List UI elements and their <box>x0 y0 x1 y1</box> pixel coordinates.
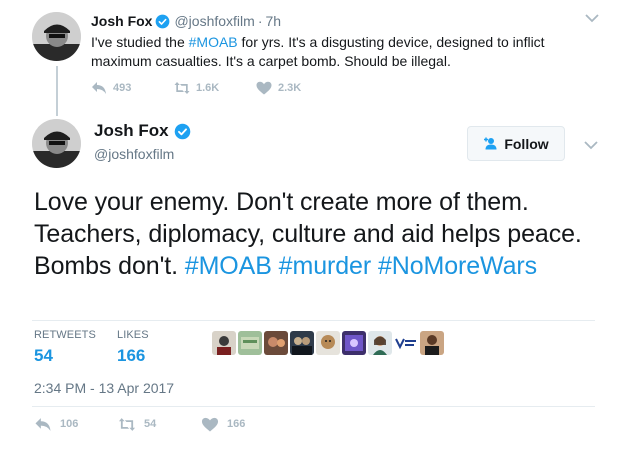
liker-avatar[interactable] <box>420 331 444 355</box>
retweet-icon <box>174 82 190 94</box>
follow-label: Follow <box>504 135 549 152</box>
likes-label: LIKES <box>117 329 149 341</box>
liker-avatar[interactable] <box>264 331 288 355</box>
hashtag-link[interactable]: #NoMoreWars <box>378 252 537 280</box>
follow-button[interactable]: Follow <box>467 126 565 161</box>
retweet-count: 54 <box>144 418 157 430</box>
main-author-handle[interactable]: @joshfoxfilm <box>94 146 174 162</box>
follow-person-plus-icon <box>484 137 497 150</box>
liker-avatar[interactable] <box>342 331 366 355</box>
likes-count: 166 <box>117 346 146 365</box>
tweet-timestamp[interactable]: 2:34 PM - 13 Apr 2017 <box>34 380 174 396</box>
like-count: 166 <box>227 418 246 430</box>
reply-icon <box>35 417 51 431</box>
main-author-name-row: Josh Fox <box>94 121 195 141</box>
main-tweet-actions: 106 54 166 <box>34 416 245 432</box>
main-tweet-text: Love your enemy. Don't create more of th… <box>34 186 614 282</box>
header-separator: · <box>257 13 263 29</box>
reply-count: 106 <box>60 418 79 430</box>
main-avatar[interactable] <box>32 119 81 168</box>
parent-tweet-text: I've studied the #MOAB for yrs. It's a d… <box>91 33 601 71</box>
parent-tweet-header: Josh Fox @joshfoxfilm · 7h <box>91 12 281 30</box>
retweet-icon <box>118 417 136 431</box>
hashtag-link[interactable]: #murder <box>279 252 372 280</box>
retweets-count: 54 <box>34 346 53 365</box>
likers-avatar-list <box>212 331 446 355</box>
like-action[interactable]: 2.3K <box>256 81 301 95</box>
liker-avatar[interactable] <box>394 331 418 355</box>
chevron-down-icon[interactable] <box>585 13 599 23</box>
hashtag-link[interactable]: #MOAB <box>185 252 272 280</box>
heart-icon <box>256 81 272 95</box>
reply-action[interactable]: 493 <box>91 81 174 95</box>
liker-avatar[interactable] <box>316 331 340 355</box>
thread-connector-line <box>56 66 58 116</box>
like-action[interactable]: 166 <box>201 417 245 432</box>
divider <box>32 406 595 407</box>
retweets-label: RETWEETS <box>34 329 96 341</box>
liker-avatar[interactable] <box>290 331 314 355</box>
liker-avatar[interactable] <box>238 331 262 355</box>
liker-avatar[interactable] <box>368 331 392 355</box>
chevron-down-icon[interactable] <box>584 140 598 150</box>
likes-stat[interactable]: LIKES 166 <box>117 329 149 366</box>
reply-count: 493 <box>113 82 132 94</box>
retweet-action[interactable]: 1.6K <box>174 81 256 95</box>
heart-icon <box>201 417 219 431</box>
divider <box>32 320 595 321</box>
parent-tweet-actions: 493 1.6K 2.3K <box>91 80 301 96</box>
reply-icon <box>92 82 106 94</box>
main-author-name[interactable]: Josh Fox <box>94 121 169 141</box>
retweet-count: 1.6K <box>196 82 220 94</box>
like-count: 2.3K <box>278 82 302 94</box>
retweet-action[interactable]: 54 <box>118 417 201 432</box>
parent-text-before: I've studied the <box>91 34 189 50</box>
parent-avatar[interactable] <box>32 12 81 61</box>
parent-tweet-time[interactable]: 7h <box>265 13 281 29</box>
retweets-stat[interactable]: RETWEETS 54 <box>34 329 96 366</box>
verified-badge-icon <box>174 123 191 140</box>
hashtag-link[interactable]: #MOAB <box>189 34 238 50</box>
reply-action[interactable]: 106 <box>34 417 118 432</box>
parent-author-handle[interactable]: @joshfoxfilm <box>174 13 254 29</box>
parent-author-name[interactable]: Josh Fox <box>91 13 152 29</box>
verified-badge-icon <box>155 14 170 29</box>
liker-avatar[interactable] <box>212 331 236 355</box>
